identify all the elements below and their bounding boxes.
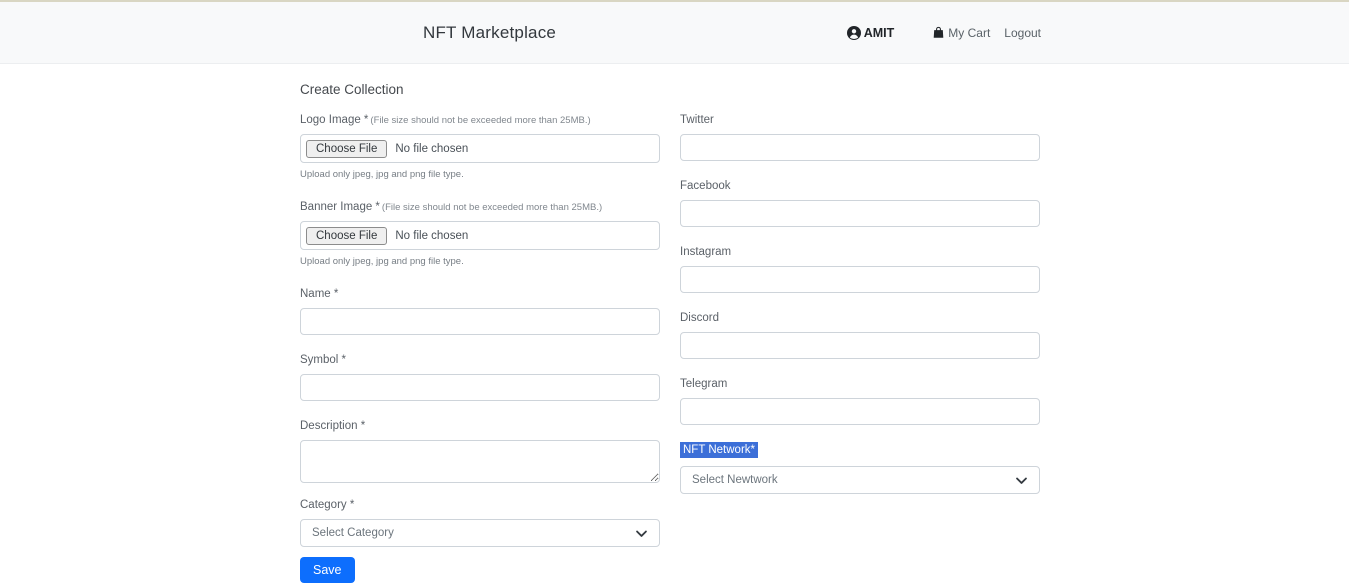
facebook-group: Facebook (680, 176, 1040, 227)
discord-label: Discord (680, 312, 719, 324)
description-group: Description * (300, 416, 660, 483)
banner-image-label: Banner Image * (300, 201, 380, 213)
logo-upload-note: Upload only jpeg, jpg and png file type. (300, 169, 660, 180)
telegram-group: Telegram (680, 374, 1040, 425)
category-select[interactable]: Select Category (300, 519, 660, 547)
logout-link[interactable]: Logout (1004, 26, 1041, 40)
logo-image-label: Logo Image * (300, 114, 368, 126)
category-selected-value: Select Category (312, 527, 394, 539)
logout-label: Logout (1004, 26, 1041, 40)
my-cart-label: My Cart (948, 26, 990, 40)
banner-size-hint: (File size should not be exceeded more t… (382, 202, 602, 213)
nft-network-group: NFT Network* Select Newtwork (680, 440, 1040, 494)
nft-network-label: NFT Network* (680, 442, 758, 458)
user-name: AMIT (864, 26, 895, 40)
instagram-input[interactable] (680, 266, 1040, 293)
name-group: Name * (300, 284, 660, 335)
header: NFT Marketplace AMIT My Cart Logout (0, 2, 1349, 64)
banner-file-status: No file chosen (395, 230, 468, 242)
banner-choose-file-button[interactable]: Choose File (306, 227, 387, 245)
create-collection-page: Create Collection Logo Image *(File size… (0, 64, 1349, 583)
save-button[interactable]: Save (300, 557, 355, 583)
form-left-column: Logo Image *(File size should not be exc… (300, 110, 660, 583)
discord-input[interactable] (680, 332, 1040, 359)
logo-image-group: Logo Image *(File size should not be exc… (300, 110, 660, 180)
name-input[interactable] (300, 308, 660, 335)
page-title: Create Collection (300, 82, 1349, 97)
description-textarea[interactable] (300, 440, 660, 483)
network-selected-value: Select Newtwork (692, 474, 778, 486)
chevron-down-icon (635, 527, 648, 540)
twitter-label: Twitter (680, 114, 714, 126)
banner-upload-note: Upload only jpeg, jpg and png file type. (300, 256, 660, 267)
discord-group: Discord (680, 308, 1040, 359)
name-label: Name * (300, 288, 338, 300)
symbol-label: Symbol * (300, 354, 346, 366)
nft-network-select[interactable]: Select Newtwork (680, 466, 1040, 494)
logo-size-hint: (File size should not be exceeded more t… (370, 115, 590, 126)
symbol-group: Symbol * (300, 350, 660, 401)
twitter-group: Twitter (680, 110, 1040, 161)
cart-icon (932, 26, 945, 39)
category-label: Category * (300, 499, 354, 511)
twitter-input[interactable] (680, 134, 1040, 161)
instagram-group: Instagram (680, 242, 1040, 293)
logo-file-input[interactable]: Choose File No file chosen (300, 134, 660, 163)
form-right-column: Twitter Facebook Instagram Discord Teleg… (680, 110, 1040, 583)
facebook-input[interactable] (680, 200, 1040, 227)
banner-image-group: Banner Image *(File size should not be e… (300, 197, 660, 267)
chevron-down-icon (1015, 474, 1028, 487)
telegram-input[interactable] (680, 398, 1040, 425)
app-title: NFT Marketplace (423, 23, 556, 43)
telegram-label: Telegram (680, 378, 727, 390)
banner-file-input[interactable]: Choose File No file chosen (300, 221, 660, 250)
user-icon (847, 26, 861, 40)
user-menu[interactable]: AMIT (847, 26, 895, 40)
logo-file-status: No file chosen (395, 143, 468, 155)
symbol-input[interactable] (300, 374, 660, 401)
facebook-label: Facebook (680, 180, 731, 192)
category-group: Category * Select Category (300, 495, 660, 547)
header-right-nav: AMIT My Cart Logout (847, 26, 1041, 40)
instagram-label: Instagram (680, 246, 731, 258)
description-label: Description * (300, 420, 365, 432)
my-cart-link[interactable]: My Cart (932, 26, 990, 40)
logo-choose-file-button[interactable]: Choose File (306, 140, 387, 158)
